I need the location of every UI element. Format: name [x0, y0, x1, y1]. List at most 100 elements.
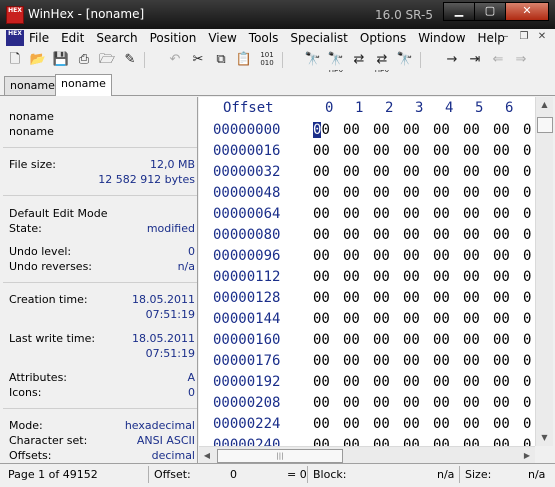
hex-byte[interactable]: 00	[373, 353, 390, 369]
hex-byte[interactable]: 00	[403, 395, 420, 411]
menu-position[interactable]: Position	[150, 31, 203, 45]
hex-byte[interactable]: 00	[373, 416, 390, 432]
hex-byte[interactable]: 00	[433, 437, 450, 446]
hex-byte[interactable]: 0	[523, 227, 531, 243]
menu-window[interactable]: Window	[418, 31, 471, 45]
scroll-left-icon[interactable]: ◀	[199, 447, 215, 464]
hex-byte[interactable]: 00	[463, 395, 480, 411]
hex-byte[interactable]: 00	[313, 332, 330, 348]
paste-icon[interactable]: 📋	[235, 51, 253, 69]
properties-icon[interactable]: 🗁	[98, 51, 116, 69]
hex-byte[interactable]: 00	[403, 311, 420, 327]
hex-byte[interactable]: 00	[343, 269, 360, 285]
hex-byte[interactable]: 00	[493, 206, 510, 222]
hex-byte[interactable]: 00	[433, 374, 450, 390]
hex-byte[interactable]: 00	[433, 353, 450, 369]
hex-byte[interactable]: 00	[403, 227, 420, 243]
hex-byte[interactable]: 00	[313, 311, 330, 327]
doc-close-button[interactable]: ✕	[535, 31, 549, 42]
hex-byte[interactable]: 00	[433, 143, 450, 159]
hex-byte[interactable]: 0	[523, 311, 531, 327]
open-file-icon[interactable]: 📂	[29, 51, 47, 69]
hex-byte[interactable]: 00	[373, 227, 390, 243]
binary-icon[interactable]: 101 010	[258, 51, 276, 69]
hex-byte[interactable]: 00	[463, 311, 480, 327]
hex-byte[interactable]: 00	[343, 332, 360, 348]
hex-byte[interactable]: 00	[433, 416, 450, 432]
hex-byte[interactable]: 00	[313, 416, 330, 432]
hex-byte[interactable]: 0	[523, 416, 531, 432]
hex-byte[interactable]: 00	[373, 332, 390, 348]
replace-hex-icon[interactable]: ⇄HEX	[373, 51, 391, 77]
new-file-icon[interactable]: 🗋	[6, 51, 24, 69]
hex-byte[interactable]: 00	[403, 185, 420, 201]
hex-byte[interactable]: 00	[343, 185, 360, 201]
hex-byte[interactable]: 00	[493, 122, 510, 138]
hex-byte[interactable]: 00	[463, 332, 480, 348]
hex-byte[interactable]: 00	[343, 416, 360, 432]
hex-byte[interactable]: 00	[403, 416, 420, 432]
hex-byte[interactable]: 00	[343, 374, 360, 390]
hex-byte[interactable]: 00	[313, 437, 330, 446]
hex-byte[interactable]: 00	[313, 227, 330, 243]
hex-byte[interactable]: 00	[493, 227, 510, 243]
hex-byte[interactable]: 00	[313, 374, 330, 390]
hex-byte[interactable]: 00	[463, 227, 480, 243]
hex-byte[interactable]: 00	[493, 353, 510, 369]
hex-byte[interactable]: 00	[433, 311, 450, 327]
hex-byte[interactable]: 00	[463, 353, 480, 369]
hex-byte[interactable]: 0	[523, 185, 531, 201]
hex-byte[interactable]: 00	[493, 437, 510, 446]
hex-byte[interactable]: 00	[433, 248, 450, 264]
hex-byte[interactable]: 0	[523, 164, 531, 180]
hex-byte[interactable]: 0	[523, 248, 531, 264]
menu-search[interactable]: Search	[96, 31, 143, 45]
close-button[interactable]: ✕	[505, 2, 549, 21]
hex-byte[interactable]: 0	[523, 290, 531, 306]
copy-icon[interactable]: ⧉	[212, 51, 230, 69]
hex-byte[interactable]: 00	[493, 311, 510, 327]
hex-byte[interactable]: 00	[373, 164, 390, 180]
cut-icon[interactable]: ✂	[189, 51, 207, 69]
hex-byte[interactable]: 00	[343, 437, 360, 446]
hex-byte[interactable]: 00	[313, 122, 330, 138]
go-to-offset-icon[interactable]: →	[443, 51, 461, 69]
hex-byte[interactable]: 00	[493, 416, 510, 432]
hex-byte[interactable]: 00	[463, 248, 480, 264]
hex-byte[interactable]: 00	[463, 290, 480, 306]
doc-minimize-button[interactable]: –	[499, 31, 513, 42]
hex-byte[interactable]: 00	[373, 122, 390, 138]
hex-byte[interactable]: 00	[343, 353, 360, 369]
hex-byte[interactable]: 00	[463, 122, 480, 138]
hex-byte[interactable]: 00	[373, 374, 390, 390]
hex-byte[interactable]: 00	[373, 206, 390, 222]
scroll-thumb[interactable]	[537, 117, 553, 133]
undo-icon[interactable]: ↶	[166, 51, 184, 69]
hex-byte[interactable]: 00	[493, 143, 510, 159]
hex-byte[interactable]: 00	[373, 248, 390, 264]
hex-byte[interactable]: 00	[463, 437, 480, 446]
back-icon[interactable]: ⇐	[489, 51, 507, 69]
hex-byte[interactable]: 00	[343, 227, 360, 243]
vertical-scrollbar[interactable]: ▲ ▼	[535, 97, 553, 446]
save-icon[interactable]: 💾	[52, 51, 70, 69]
hex-byte[interactable]: 0	[523, 122, 531, 138]
hex-byte[interactable]: 00	[313, 269, 330, 285]
hex-byte[interactable]: 00	[463, 206, 480, 222]
hex-byte[interactable]: 0	[523, 374, 531, 390]
hex-byte[interactable]: 00	[403, 353, 420, 369]
hex-byte[interactable]: 00	[493, 248, 510, 264]
hex-byte[interactable]: 00	[403, 290, 420, 306]
hex-byte[interactable]: 0	[523, 353, 531, 369]
menu-options[interactable]: Options	[360, 31, 412, 45]
hscroll-thumb[interactable]: |||	[217, 449, 343, 463]
hex-byte[interactable]: 00	[433, 206, 450, 222]
hex-byte[interactable]: 00	[403, 374, 420, 390]
scroll-right-icon[interactable]: ▶	[519, 447, 535, 464]
hex-byte[interactable]: 00	[493, 374, 510, 390]
hex-byte[interactable]: 00	[493, 185, 510, 201]
hex-byte[interactable]: 00	[403, 143, 420, 159]
hex-byte[interactable]: 00	[463, 143, 480, 159]
print-icon[interactable]: ⎙	[75, 51, 93, 69]
hex-byte[interactable]: 00	[313, 164, 330, 180]
